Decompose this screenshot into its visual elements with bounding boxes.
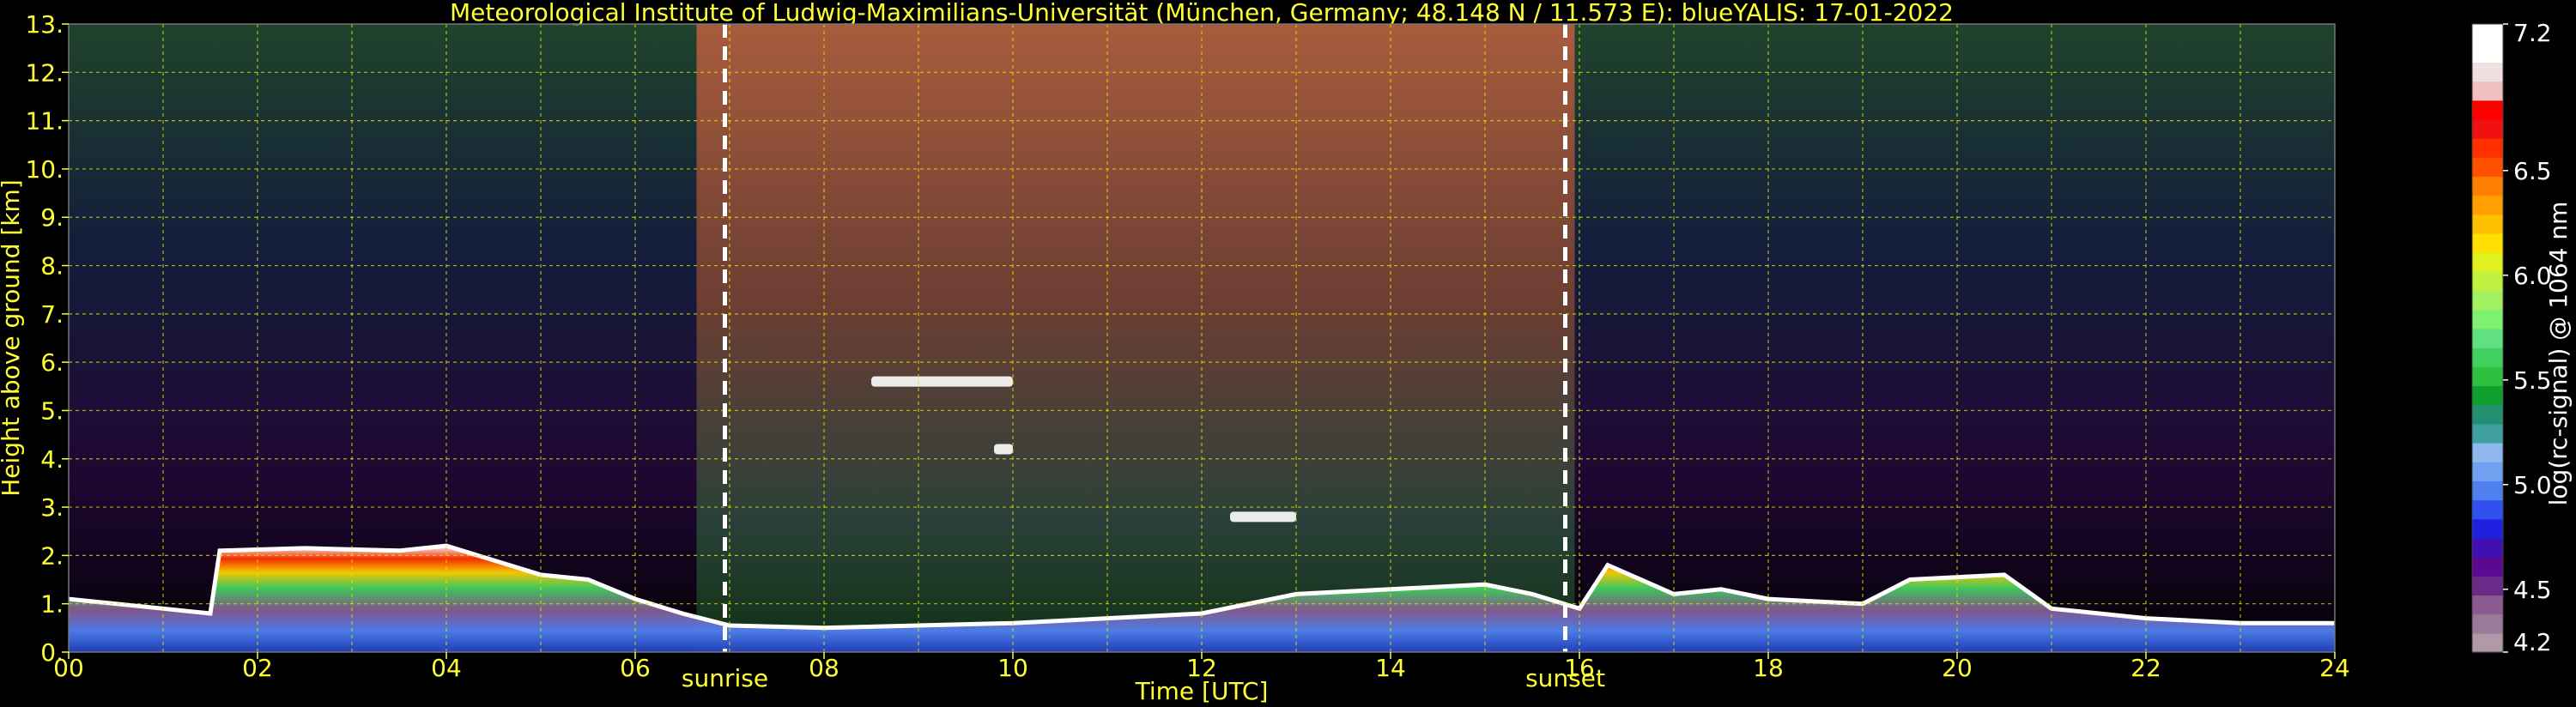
chart-title: Meteorological Institute of Ludwig-Maxim… xyxy=(450,0,1954,27)
colorbar-segment xyxy=(2472,233,2503,253)
colorbar-segment xyxy=(2472,100,2503,120)
x-tick-label: 16 xyxy=(1564,654,1595,682)
colorbar-segment xyxy=(2472,62,2503,82)
x-tick-label: 06 xyxy=(620,654,651,682)
x-tick-label: 18 xyxy=(1753,654,1784,682)
cloud xyxy=(871,376,1013,387)
colorbar-segment xyxy=(2472,118,2503,139)
y-tick-label: 0. xyxy=(40,638,64,667)
colorbar-tick-label: 7.2 xyxy=(2513,19,2552,47)
colorbar-tick-label: 4.2 xyxy=(2513,628,2552,656)
x-tick-label: 10 xyxy=(997,654,1028,682)
colorbar-tick-label: 6.5 xyxy=(2513,157,2552,185)
colorbar-segment xyxy=(2472,518,2503,539)
colorbar-segment xyxy=(2472,328,2503,348)
y-tick-label: 8. xyxy=(40,252,64,281)
sun-marker-label: sunrise xyxy=(682,664,768,692)
daytime-background xyxy=(696,24,1575,652)
colorbar-segment xyxy=(2472,43,2503,63)
colorbar-segment xyxy=(2472,595,2503,615)
y-tick-label: 4. xyxy=(40,445,64,474)
x-tick-label: 14 xyxy=(1375,654,1406,682)
colorbar-segment xyxy=(2472,632,2503,653)
colorbar-segment xyxy=(2472,576,2503,596)
y-axis-ticks: 0. 1. 2. 3. 4. 5. 6. 7. 8. 9. 10. 11. 12. 13. xyxy=(25,10,69,667)
colorbar-segment xyxy=(2472,195,2503,215)
y-tick-label: 6. xyxy=(40,348,64,377)
colorbar-segment xyxy=(2472,537,2503,558)
y-tick-label: 13. xyxy=(25,10,64,39)
colorbar-segment xyxy=(2472,309,2503,329)
x-tick-label: 08 xyxy=(809,654,839,682)
y-tick-label: 9. xyxy=(40,203,64,232)
colorbar-segment xyxy=(2472,462,2503,481)
colorbar-label: log(rc-signal) @ 1064 nm xyxy=(2544,202,2573,506)
y-tick-label: 12. xyxy=(25,58,64,87)
x-tick-label: 02 xyxy=(242,654,273,682)
colorbar-segment xyxy=(2472,347,2503,367)
colorbar-segment xyxy=(2472,271,2503,292)
y-tick-label: 10. xyxy=(25,155,64,184)
y-axis-label: Height above ground [km] xyxy=(0,179,25,497)
colorbar-segment xyxy=(2472,138,2503,158)
y-tick-label: 2. xyxy=(40,541,64,570)
colorbar-segment xyxy=(2472,404,2503,425)
x-tick-label: 04 xyxy=(431,654,462,682)
plot-area xyxy=(69,24,2335,652)
lidar-chart: Meteorological Institute of Ludwig-Maxim… xyxy=(0,0,2573,705)
y-tick-label: 1. xyxy=(40,590,64,619)
colorbar-segment xyxy=(2472,252,2503,272)
colorbar-segment xyxy=(2472,24,2503,44)
colorbar-segment xyxy=(2472,385,2503,406)
colorbar-segment xyxy=(2472,176,2503,196)
y-tick-label: 11. xyxy=(25,107,64,136)
colorbar-segment xyxy=(2472,443,2503,462)
x-tick-label: 22 xyxy=(2131,654,2161,682)
colorbar-segment xyxy=(2472,366,2503,387)
colorbar-segment xyxy=(2472,613,2503,634)
cloud xyxy=(994,444,1013,455)
y-tick-label: 7. xyxy=(40,300,64,329)
colorbar-segment xyxy=(2472,214,2503,234)
colorbar-segment xyxy=(2472,423,2503,444)
x-tick-label: 20 xyxy=(1942,654,1973,682)
colorbar xyxy=(2471,23,2504,653)
x-tick-label: 24 xyxy=(2319,654,2350,682)
colorbar-segment xyxy=(2472,157,2503,178)
y-tick-label: 5. xyxy=(40,396,64,425)
colorbar-segment xyxy=(2472,557,2503,577)
colorbar-segment xyxy=(2472,81,2503,101)
colorbar-tick-label: 4.5 xyxy=(2513,576,2552,604)
y-tick-label: 3. xyxy=(40,493,64,522)
colorbar-segment xyxy=(2472,499,2503,520)
colorbar-segment xyxy=(2472,480,2503,501)
x-axis-label: Time [UTC] xyxy=(1135,677,1269,705)
colorbar-segment xyxy=(2472,290,2503,311)
cloud xyxy=(1230,511,1296,523)
